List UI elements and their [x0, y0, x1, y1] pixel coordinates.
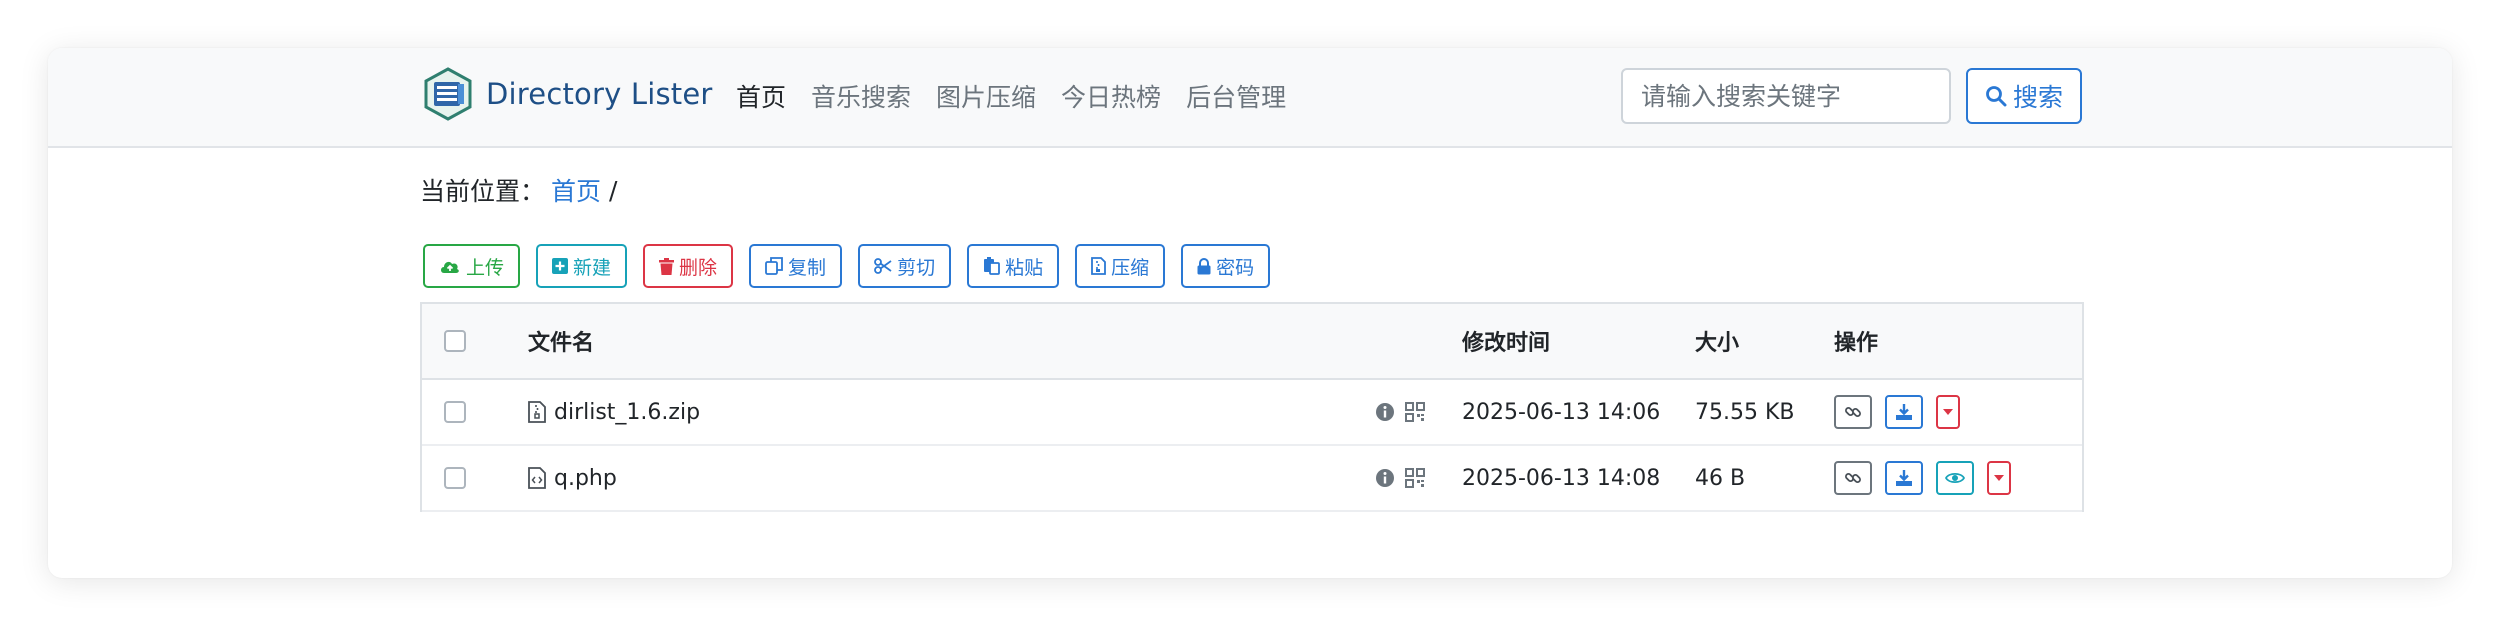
- link-icon: [1845, 407, 1861, 417]
- copy-button[interactable]: 复制: [749, 244, 843, 288]
- search-button[interactable]: 搜索: [1966, 68, 2082, 124]
- copy-link-button[interactable]: [1834, 461, 1872, 495]
- trash-icon: [659, 257, 675, 275]
- nav-item-music-search[interactable]: 音乐搜索: [811, 78, 911, 114]
- scissors-icon: [874, 258, 892, 274]
- delete-button[interactable]: 删除: [643, 244, 734, 288]
- nav-item-image-compress[interactable]: 图片压缩: [936, 78, 1036, 114]
- info-icon[interactable]: [1375, 402, 1395, 422]
- header-modified[interactable]: 修改时间: [1462, 304, 1550, 378]
- info-icon[interactable]: [1375, 468, 1395, 488]
- cloud-upload-icon: [441, 261, 459, 273]
- file-code-icon: [528, 467, 546, 489]
- search-icon: [1986, 86, 2007, 107]
- download-button[interactable]: [1885, 461, 1923, 495]
- brand-logo-icon: [424, 67, 472, 121]
- file-table: 文件名 修改时间 大小 操作 dirlist_1.6.zip 2025-06-1…: [420, 302, 2084, 512]
- new-button[interactable]: 新建: [536, 244, 628, 288]
- row-checkbox[interactable]: [444, 467, 466, 489]
- file-modified: 2025-06-13 14:08: [1462, 465, 1661, 491]
- navbar: Directory Lister 首页 音乐搜索 图片压缩 今日热榜 后台管理 …: [48, 48, 2452, 148]
- more-dropdown-button[interactable]: [1987, 461, 2011, 495]
- compress-label: 压缩: [1111, 256, 1150, 279]
- qrcode-icon[interactable]: [1405, 402, 1425, 422]
- header-actions: 操作: [1834, 331, 1879, 356]
- download-icon: [1896, 470, 1912, 486]
- search-input[interactable]: [1621, 68, 1951, 124]
- file-name-cell[interactable]: q.php: [528, 446, 617, 510]
- table-header: 文件名 修改时间 大小 操作: [422, 304, 2082, 380]
- file-size: 75.55 KB: [1695, 399, 1795, 425]
- plus-square-icon: [552, 258, 569, 274]
- file-name-cell[interactable]: dirlist_1.6.zip: [528, 380, 700, 444]
- cut-button[interactable]: 剪切: [858, 244, 952, 288]
- qrcode-icon[interactable]: [1405, 468, 1425, 488]
- select-all-checkbox[interactable]: [444, 330, 466, 352]
- paste-button[interactable]: 粘贴: [967, 244, 1060, 288]
- password-button[interactable]: 密码: [1181, 244, 1271, 288]
- eye-icon: [1945, 472, 1965, 484]
- brand[interactable]: Directory Lister: [420, 66, 713, 122]
- paste-icon: [984, 257, 1000, 275]
- paste-label: 粘贴: [1005, 256, 1044, 279]
- table-row: q.php 2025-06-13 14:08 46 B: [422, 446, 2082, 512]
- row-checkbox[interactable]: [444, 401, 466, 423]
- file-size: 46 B: [1695, 465, 1746, 491]
- link-icon: [1845, 473, 1861, 483]
- cut-label: 剪切: [897, 256, 936, 279]
- file-modified: 2025-06-13 14:06: [1462, 399, 1661, 425]
- header-filename[interactable]: 文件名: [528, 304, 594, 378]
- download-button[interactable]: [1885, 395, 1923, 429]
- nav-item-home[interactable]: 首页: [736, 78, 786, 114]
- breadcrumb-home-link[interactable]: 首页: [551, 172, 601, 208]
- breadcrumb: 当前位置： 首页 /: [420, 172, 617, 208]
- file-zip-icon: [1091, 257, 1106, 275]
- compress-button[interactable]: 压缩: [1075, 244, 1166, 288]
- file-name[interactable]: q.php: [554, 466, 617, 491]
- upload-button[interactable]: 上传: [423, 244, 521, 288]
- search-button-label: 搜索: [2012, 83, 2063, 112]
- upload-label: 上传: [466, 256, 505, 279]
- file-toolbar: 上传 新建 删除 复制 剪切 粘贴 压缩 密码: [423, 244, 1286, 288]
- breadcrumb-separator: /: [609, 175, 618, 205]
- copy-label: 复制: [788, 256, 827, 279]
- new-label: 新建: [573, 256, 612, 279]
- brand-name: Directory Lister: [486, 77, 713, 111]
- copy-link-button[interactable]: [1834, 395, 1872, 429]
- nav-item-admin[interactable]: 后台管理: [1186, 78, 1286, 114]
- file-zip-icon: [528, 401, 546, 423]
- page-card: Directory Lister 首页 音乐搜索 图片压缩 今日热榜 后台管理 …: [48, 48, 2452, 578]
- delete-label: 删除: [679, 256, 718, 279]
- file-name[interactable]: dirlist_1.6.zip: [554, 400, 700, 425]
- download-icon: [1896, 404, 1912, 420]
- main-nav: 首页 音乐搜索 图片压缩 今日热榜 后台管理: [736, 78, 1311, 114]
- header-size[interactable]: 大小: [1695, 304, 1739, 378]
- caret-down-icon: [1943, 409, 1953, 415]
- preview-button[interactable]: [1936, 461, 1974, 495]
- password-label: 密码: [1216, 256, 1255, 279]
- nav-item-hot-list[interactable]: 今日热榜: [1061, 78, 1161, 114]
- table-row: dirlist_1.6.zip 2025-06-13 14:06 75.55 K…: [422, 380, 2082, 446]
- more-dropdown-button[interactable]: [1936, 395, 1960, 429]
- breadcrumb-prefix: 当前位置：: [420, 177, 546, 206]
- caret-down-icon: [1994, 475, 2004, 481]
- copy-icon: [765, 257, 783, 275]
- lock-icon: [1197, 257, 1211, 274]
